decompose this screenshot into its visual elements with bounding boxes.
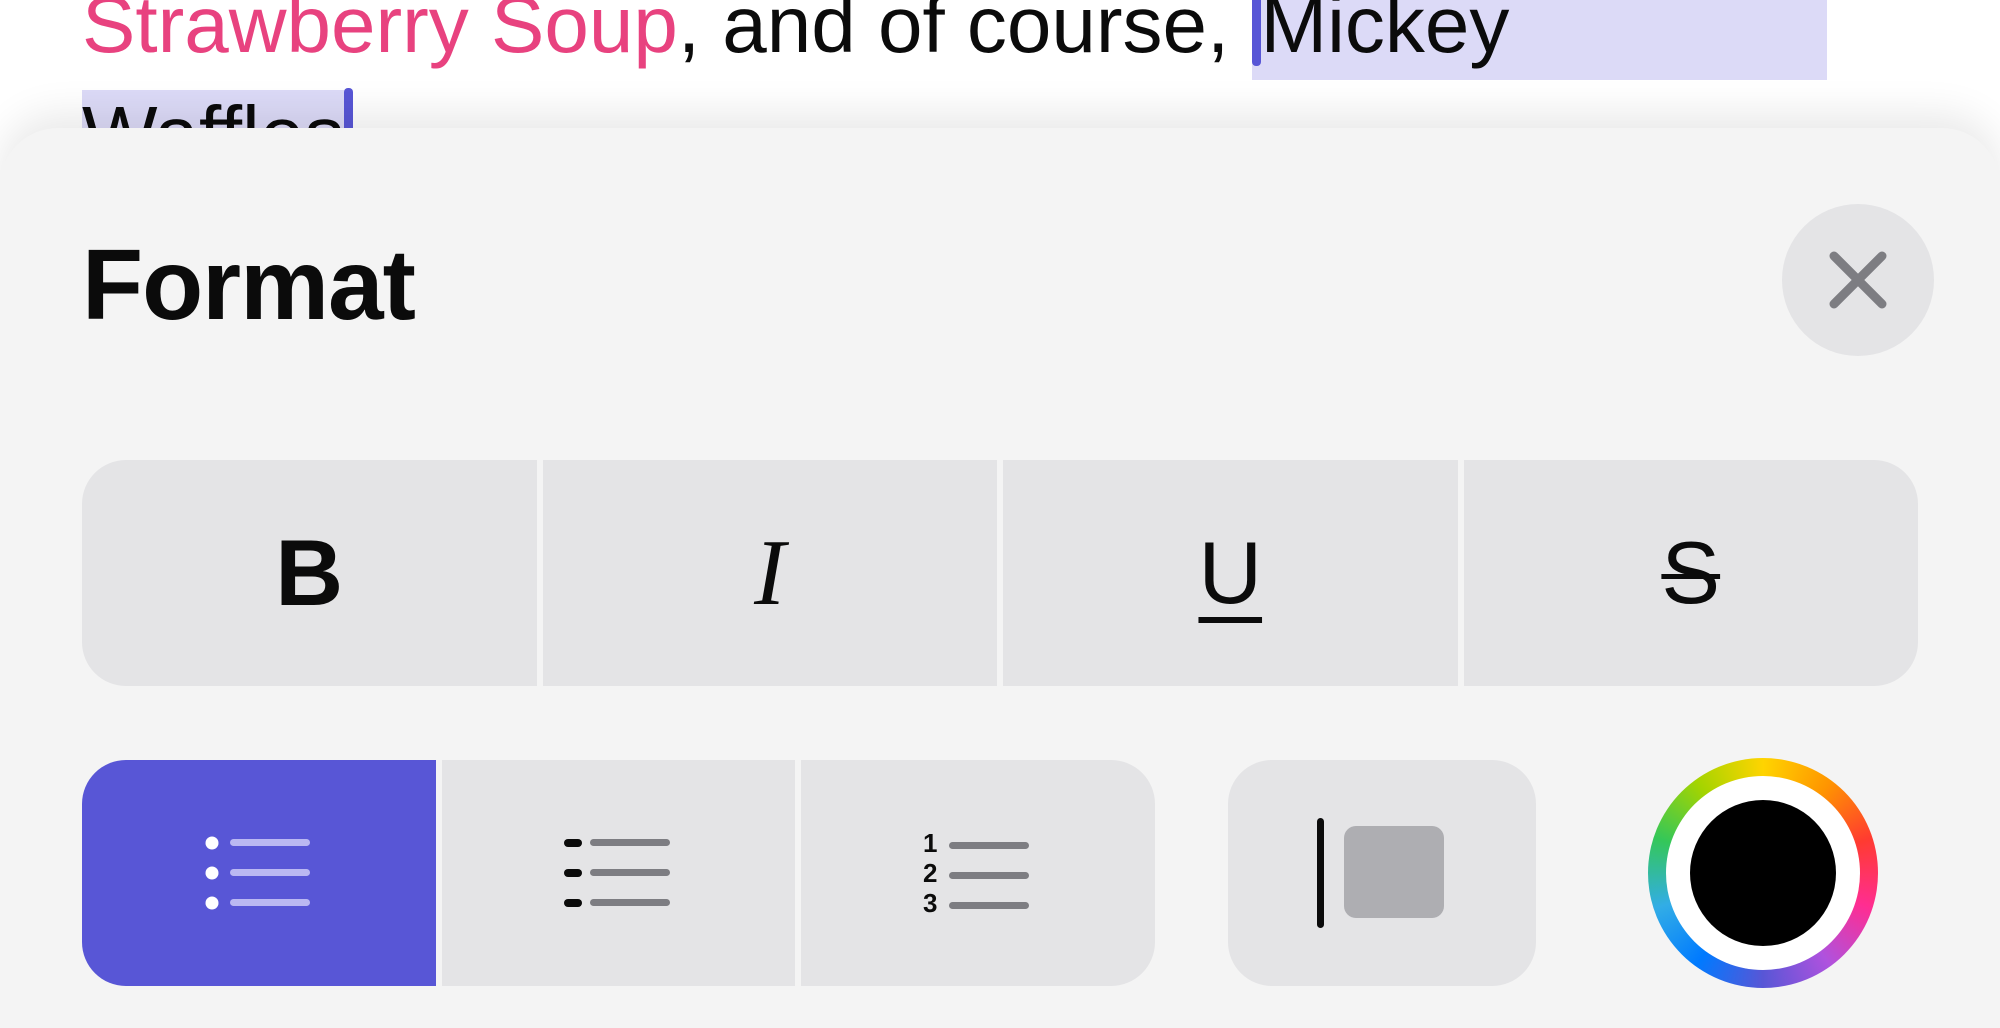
selected-text-line1: Mickey [1260, 0, 1510, 69]
selection-start-handle[interactable] [1251, 0, 1261, 66]
italic-button[interactable]: I [542, 460, 997, 686]
underline-button[interactable]: U [1003, 460, 1458, 686]
color-wheel-icon [1666, 776, 1860, 970]
list-style-group: 1 2 3 [82, 760, 1155, 986]
numbered-list-button[interactable]: 1 2 3 [801, 760, 1155, 986]
dashed-list-button[interactable] [441, 760, 796, 986]
link-text[interactable]: Strawberry Soup [82, 0, 678, 69]
dashed-list-icon [563, 839, 670, 907]
bold-button[interactable]: B [82, 460, 537, 686]
text-style-group: B I U S [82, 460, 1918, 686]
close-icon [1829, 251, 1887, 309]
bold-icon: B [275, 520, 344, 625]
bullet-list-icon [205, 836, 310, 910]
close-button[interactable] [1782, 204, 1934, 356]
numbered-list-icon: 1 2 3 [923, 830, 1030, 916]
color-picker-button[interactable] [1648, 758, 1878, 988]
underline-icon: U [1198, 523, 1263, 622]
list-number-3: 3 [923, 888, 937, 916]
italic-icon: I [754, 521, 786, 625]
strikethrough-button[interactable]: S [1463, 460, 1918, 686]
selected-text[interactable]: Mickey [1251, 0, 1827, 80]
strikethrough-icon: S [1661, 523, 1721, 622]
sheet-title: Format [82, 229, 416, 341]
selected-color-swatch [1690, 800, 1836, 946]
bullet-list-button[interactable] [82, 760, 436, 986]
block-quote-icon [1317, 818, 1444, 928]
block-quote-button[interactable] [1228, 760, 1536, 986]
format-sheet: Format B I U S 1 2 3 [0, 128, 2000, 1028]
list-number-1: 1 [923, 830, 937, 858]
list-number-2: 2 [923, 858, 937, 888]
body-text: , and of course, [677, 0, 1252, 69]
